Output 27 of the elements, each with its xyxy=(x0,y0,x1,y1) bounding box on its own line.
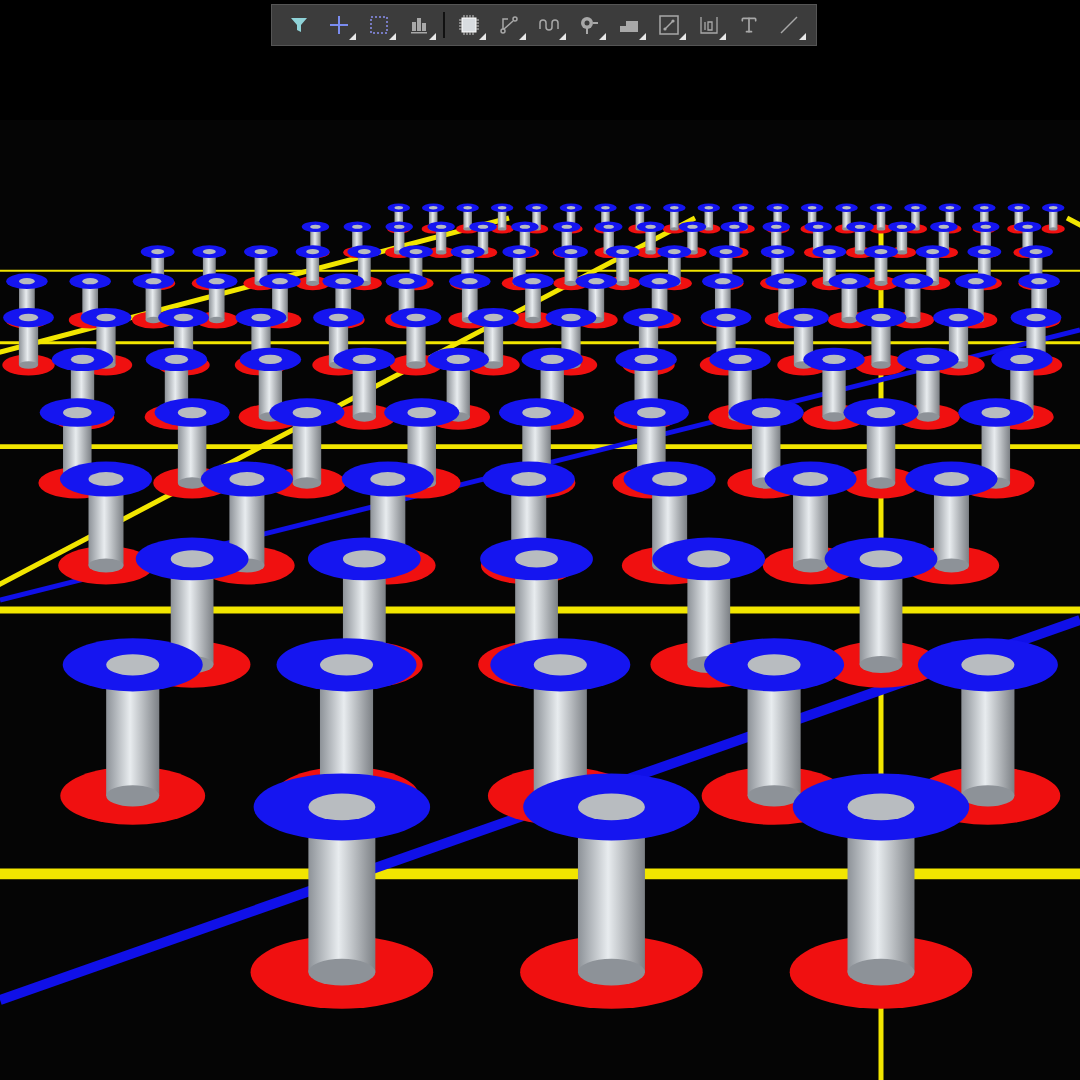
align-icon xyxy=(409,15,429,35)
dimension-icon xyxy=(699,15,719,35)
menu-corner-icon xyxy=(799,33,806,40)
text-tool-icon xyxy=(739,15,759,35)
chip-icon xyxy=(458,14,480,36)
menu-corner-icon xyxy=(429,33,436,40)
menu-corner-icon xyxy=(479,33,486,40)
pin-drawing xyxy=(636,221,665,259)
route-icon xyxy=(499,15,519,35)
line-icon xyxy=(779,15,799,35)
pin-drawing xyxy=(2,307,55,376)
select-area-icon xyxy=(369,15,389,35)
menu-corner-icon xyxy=(519,33,526,40)
pad-icon xyxy=(578,15,600,35)
menu-corner-icon xyxy=(639,33,646,40)
pin-drawing xyxy=(295,245,331,291)
pin-drawing xyxy=(1041,203,1065,234)
pin-drawing xyxy=(511,273,555,329)
crosshair-icon xyxy=(329,15,349,35)
keepout-icon xyxy=(659,15,679,35)
menu-corner-icon xyxy=(349,33,356,40)
menu-corner-icon xyxy=(559,33,566,40)
menu-corner-icon xyxy=(679,33,686,40)
menu-corner-icon xyxy=(389,33,396,40)
menu-corner-icon xyxy=(599,33,606,40)
menu-corner-icon xyxy=(719,33,726,40)
filter-icon xyxy=(289,15,309,35)
